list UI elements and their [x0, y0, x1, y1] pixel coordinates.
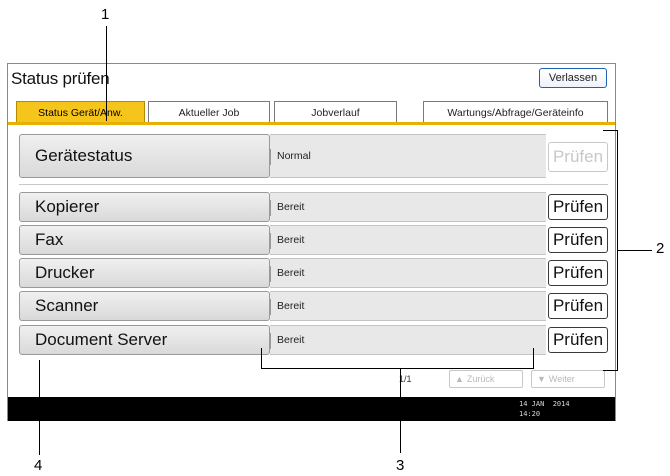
callout-2-bracket-top	[603, 130, 618, 131]
function-status: Bereit	[270, 291, 546, 321]
time: 14:20	[519, 410, 541, 418]
device-status-value: Normal	[270, 134, 546, 178]
function-name: Kopierer	[19, 192, 270, 222]
callout-1-line	[106, 26, 107, 121]
tab-underline	[8, 122, 615, 125]
title-bar: Status prüfen Verlassen	[8, 64, 615, 92]
back-label: Zurück	[466, 374, 495, 384]
back-button[interactable]: ▲ Zurück	[449, 370, 523, 388]
function-row-copier: Kopierer Bereit Prüfen	[19, 192, 608, 222]
callout-2: 2	[656, 240, 665, 257]
function-name: Fax	[19, 225, 270, 255]
function-row-printer: Drucker Bereit Prüfen	[19, 258, 608, 288]
tab-device-status[interactable]: Status Gerät/Anw.	[16, 101, 145, 123]
callout-3-line	[400, 369, 401, 453]
function-name: Drucker	[19, 258, 270, 288]
exit-button[interactable]: Verlassen	[539, 68, 607, 88]
triangle-up-icon: ▲	[455, 374, 464, 384]
callout-3-bracket-right	[533, 348, 534, 369]
callout-4: 4	[34, 457, 43, 474]
function-row-document-server: Document Server Bereit Prüfen	[19, 325, 608, 355]
function-status: Bereit	[270, 258, 546, 288]
function-row-scanner: Scanner Bereit Prüfen	[19, 291, 608, 321]
date-time: 14 JAN 2014 14:20	[519, 399, 570, 419]
date: 14 JAN 2014	[519, 400, 570, 408]
scanner-check-button[interactable]: Prüfen	[548, 293, 608, 319]
tab-job-history[interactable]: Jobverlauf	[274, 101, 397, 123]
function-status: Bereit	[270, 225, 546, 255]
device-status-check-button[interactable]: Prüfen	[548, 142, 608, 172]
callout-2-line	[618, 250, 652, 251]
page-title: Status prüfen	[11, 69, 110, 88]
next-label: Weiter	[548, 374, 575, 384]
tab-maintenance-inquiry[interactable]: Wartungs/Abfrage/Geräteinfo	[423, 101, 608, 123]
function-name: Document Server	[19, 325, 270, 355]
copier-check-button[interactable]: Prüfen	[548, 194, 608, 220]
function-name: Scanner	[19, 291, 270, 321]
callout-2-bracket-bottom	[603, 370, 618, 371]
function-status: Bereit	[270, 192, 546, 222]
triangle-down-icon: ▼	[537, 374, 546, 384]
function-status: Bereit	[270, 325, 546, 355]
fax-check-button[interactable]: Prüfen	[548, 227, 608, 253]
callout-3: 3	[396, 457, 405, 474]
callout-3-bracket	[261, 368, 534, 369]
device-status-label: Gerätestatus	[19, 134, 270, 178]
divider	[19, 184, 608, 185]
footer-bar: 14 JAN 2014 14:20	[8, 397, 615, 421]
callout-4-line	[39, 360, 40, 455]
function-row-fax: Fax Bereit Prüfen	[19, 225, 608, 255]
callout-1: 1	[101, 6, 110, 23]
callout-3-bracket-left	[261, 348, 262, 369]
next-button[interactable]: ▼ Weiter	[531, 370, 605, 388]
document-server-check-button[interactable]: Prüfen	[548, 327, 608, 353]
printer-check-button[interactable]: Prüfen	[548, 260, 608, 286]
device-status-row: Gerätestatus Normal Prüfen	[19, 134, 608, 178]
tab-current-job[interactable]: Aktueller Job	[148, 101, 270, 123]
